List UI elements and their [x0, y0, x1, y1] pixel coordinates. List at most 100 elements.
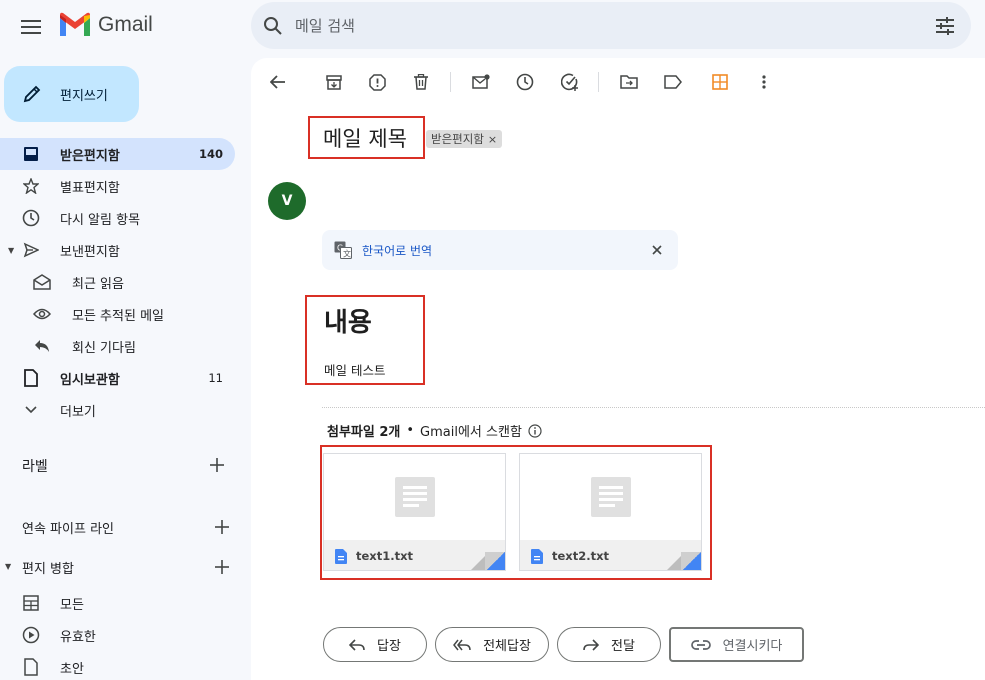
sidebar-item-label: 다시 알림 항목: [60, 212, 141, 228]
merge-expand-arrow-icon[interactable]: ▼: [5, 562, 11, 571]
document-thumbnail-icon: [590, 477, 631, 517]
compose-button[interactable]: 편지쓰기: [4, 66, 139, 122]
app-name: Gmail: [98, 13, 153, 36]
compose-label: 편지쓰기: [60, 88, 108, 104]
inbox-label-chip[interactable]: 받은편지함 ×: [426, 130, 503, 148]
link-button[interactable]: 연결시키다: [669, 627, 804, 662]
more-vert-icon[interactable]: [754, 72, 774, 92]
sidebar-item-drafts[interactable]: 임시보관함 11: [0, 362, 235, 394]
page-corner: [681, 552, 701, 570]
file-icon: [21, 657, 41, 677]
gmail-logo[interactable]: Gmail: [58, 12, 153, 38]
back-arrow-icon[interactable]: [268, 72, 288, 92]
sidebar-item-label: 초안: [60, 661, 84, 677]
attachments-divider: [322, 407, 985, 408]
add-label-plus-icon[interactable]: [207, 455, 227, 475]
report-spam-icon[interactable]: [367, 72, 387, 92]
sidebar-item-merge-draft[interactable]: 초안: [0, 651, 235, 680]
info-icon[interactable]: [528, 423, 542, 438]
sidebar-item-merge-valid[interactable]: 유효한: [0, 619, 235, 651]
forward-label: 전달: [611, 639, 635, 654]
attachments-header: 첨부파일 2개 • Gmail에서 스캔함: [327, 421, 542, 440]
label-tag-icon[interactable]: [663, 72, 683, 92]
svg-text:文: 文: [343, 249, 351, 259]
expand-arrow-icon[interactable]: ▼: [8, 246, 14, 255]
hamburger-icon: [21, 20, 41, 34]
attachments-count: 첨부파일 2개: [327, 425, 401, 440]
reply-icon: [349, 638, 365, 651]
reply-label: 답장: [377, 639, 401, 654]
sidebar-item-label: 모든: [60, 597, 84, 613]
reply-button[interactable]: 답장: [323, 627, 427, 662]
sidebar-item-label: 임시보관함: [60, 372, 120, 388]
sidebar-item-awaiting-reply[interactable]: 회신 기다림: [0, 330, 235, 362]
doc-file-icon: [531, 548, 543, 564]
forward-icon: [583, 638, 600, 651]
table-grid-icon: [21, 593, 41, 613]
sidebar-item-snoozed[interactable]: 다시 알림 항목: [0, 202, 235, 234]
send-icon: [21, 240, 41, 260]
search-options-icon[interactable]: [935, 16, 955, 35]
forward-button[interactable]: 전달: [557, 627, 661, 662]
reply-icon: [32, 336, 52, 356]
mark-unread-icon[interactable]: [471, 72, 491, 92]
add-pipeline-plus-icon[interactable]: [212, 517, 232, 537]
translate-bar: G文 한국어로 번역: [322, 230, 678, 270]
document-thumbnail-icon: [394, 477, 435, 517]
link-label: 연결시키다: [722, 639, 783, 654]
open-envelope-icon: [32, 272, 52, 292]
bullet: •: [406, 423, 415, 438]
chevron-down-icon: [21, 400, 41, 420]
attachment-preview: [324, 454, 505, 540]
close-icon[interactable]: [648, 241, 666, 259]
sidebar-item-starred[interactable]: 별표편지함: [0, 170, 235, 202]
sidebar-item-recently-read[interactable]: 최근 읽음: [0, 266, 235, 298]
sidebar-item-sent[interactable]: ▼ 보낸편지함: [0, 234, 235, 266]
star-icon: [21, 176, 41, 196]
attachment-name: text1.txt: [356, 549, 413, 563]
clock-icon: [21, 208, 41, 228]
attachment-footer: text2.txt: [520, 540, 701, 570]
link-icon: [690, 639, 711, 650]
reply-all-label: 전체답장: [483, 639, 531, 654]
search-bar[interactable]: [251, 2, 971, 49]
archive-icon[interactable]: [324, 72, 344, 92]
merge-section-title: 편지 병합: [22, 562, 74, 577]
play-circle-icon: [21, 625, 41, 645]
body-heading: 내용: [324, 308, 372, 338]
sidebar-item-label: 회신 기다림: [72, 340, 136, 356]
search-icon[interactable]: [263, 16, 283, 36]
sidebar-item-merge-all[interactable]: 모든: [0, 587, 235, 619]
doc-file-icon: [335, 548, 347, 564]
add-merge-plus-icon[interactable]: [212, 557, 232, 577]
toolbar-divider: [598, 72, 599, 92]
sidebar-item-label: 모든 추적된 메일: [72, 308, 164, 324]
attachment-card[interactable]: text1.txt: [323, 453, 506, 571]
reply-all-button[interactable]: 전체답장: [435, 627, 549, 662]
translate-link[interactable]: 한국어로 번역: [362, 242, 432, 259]
add-task-icon[interactable]: [560, 72, 580, 92]
sender-avatar[interactable]: V: [268, 182, 306, 220]
draft-count: 11: [208, 371, 223, 385]
remove-label-icon[interactable]: ×: [488, 133, 497, 146]
body-text: 메일 테스트: [324, 363, 386, 378]
unread-count: 140: [198, 147, 223, 161]
trash-icon[interactable]: [411, 72, 431, 92]
pipeline-section-title: 연속 파이프 라인: [22, 522, 114, 537]
sidebar-item-label: 받은편지함: [60, 148, 120, 164]
sidebar-item-inbox[interactable]: 받은편지함 140: [0, 138, 235, 170]
sidebar-item-all-tracked[interactable]: 모든 추적된 메일: [0, 298, 235, 330]
attachment-card[interactable]: text2.txt: [519, 453, 702, 571]
search-input[interactable]: [295, 16, 935, 35]
snooze-clock-icon[interactable]: [515, 72, 535, 92]
sidebar-item-more[interactable]: 더보기: [0, 394, 235, 426]
sidebar-item-label: 유효한: [60, 629, 96, 645]
move-to-folder-icon[interactable]: [619, 72, 639, 92]
translate-icon: G文: [334, 241, 352, 259]
email-subject: 메일 제목: [323, 127, 407, 151]
sidebar-item-label: 별표편지함: [60, 180, 120, 196]
toolbar-divider: [450, 72, 451, 92]
eye-icon: [32, 304, 52, 324]
extension-add-icon[interactable]: [710, 72, 730, 92]
main-menu-button[interactable]: [14, 10, 48, 44]
